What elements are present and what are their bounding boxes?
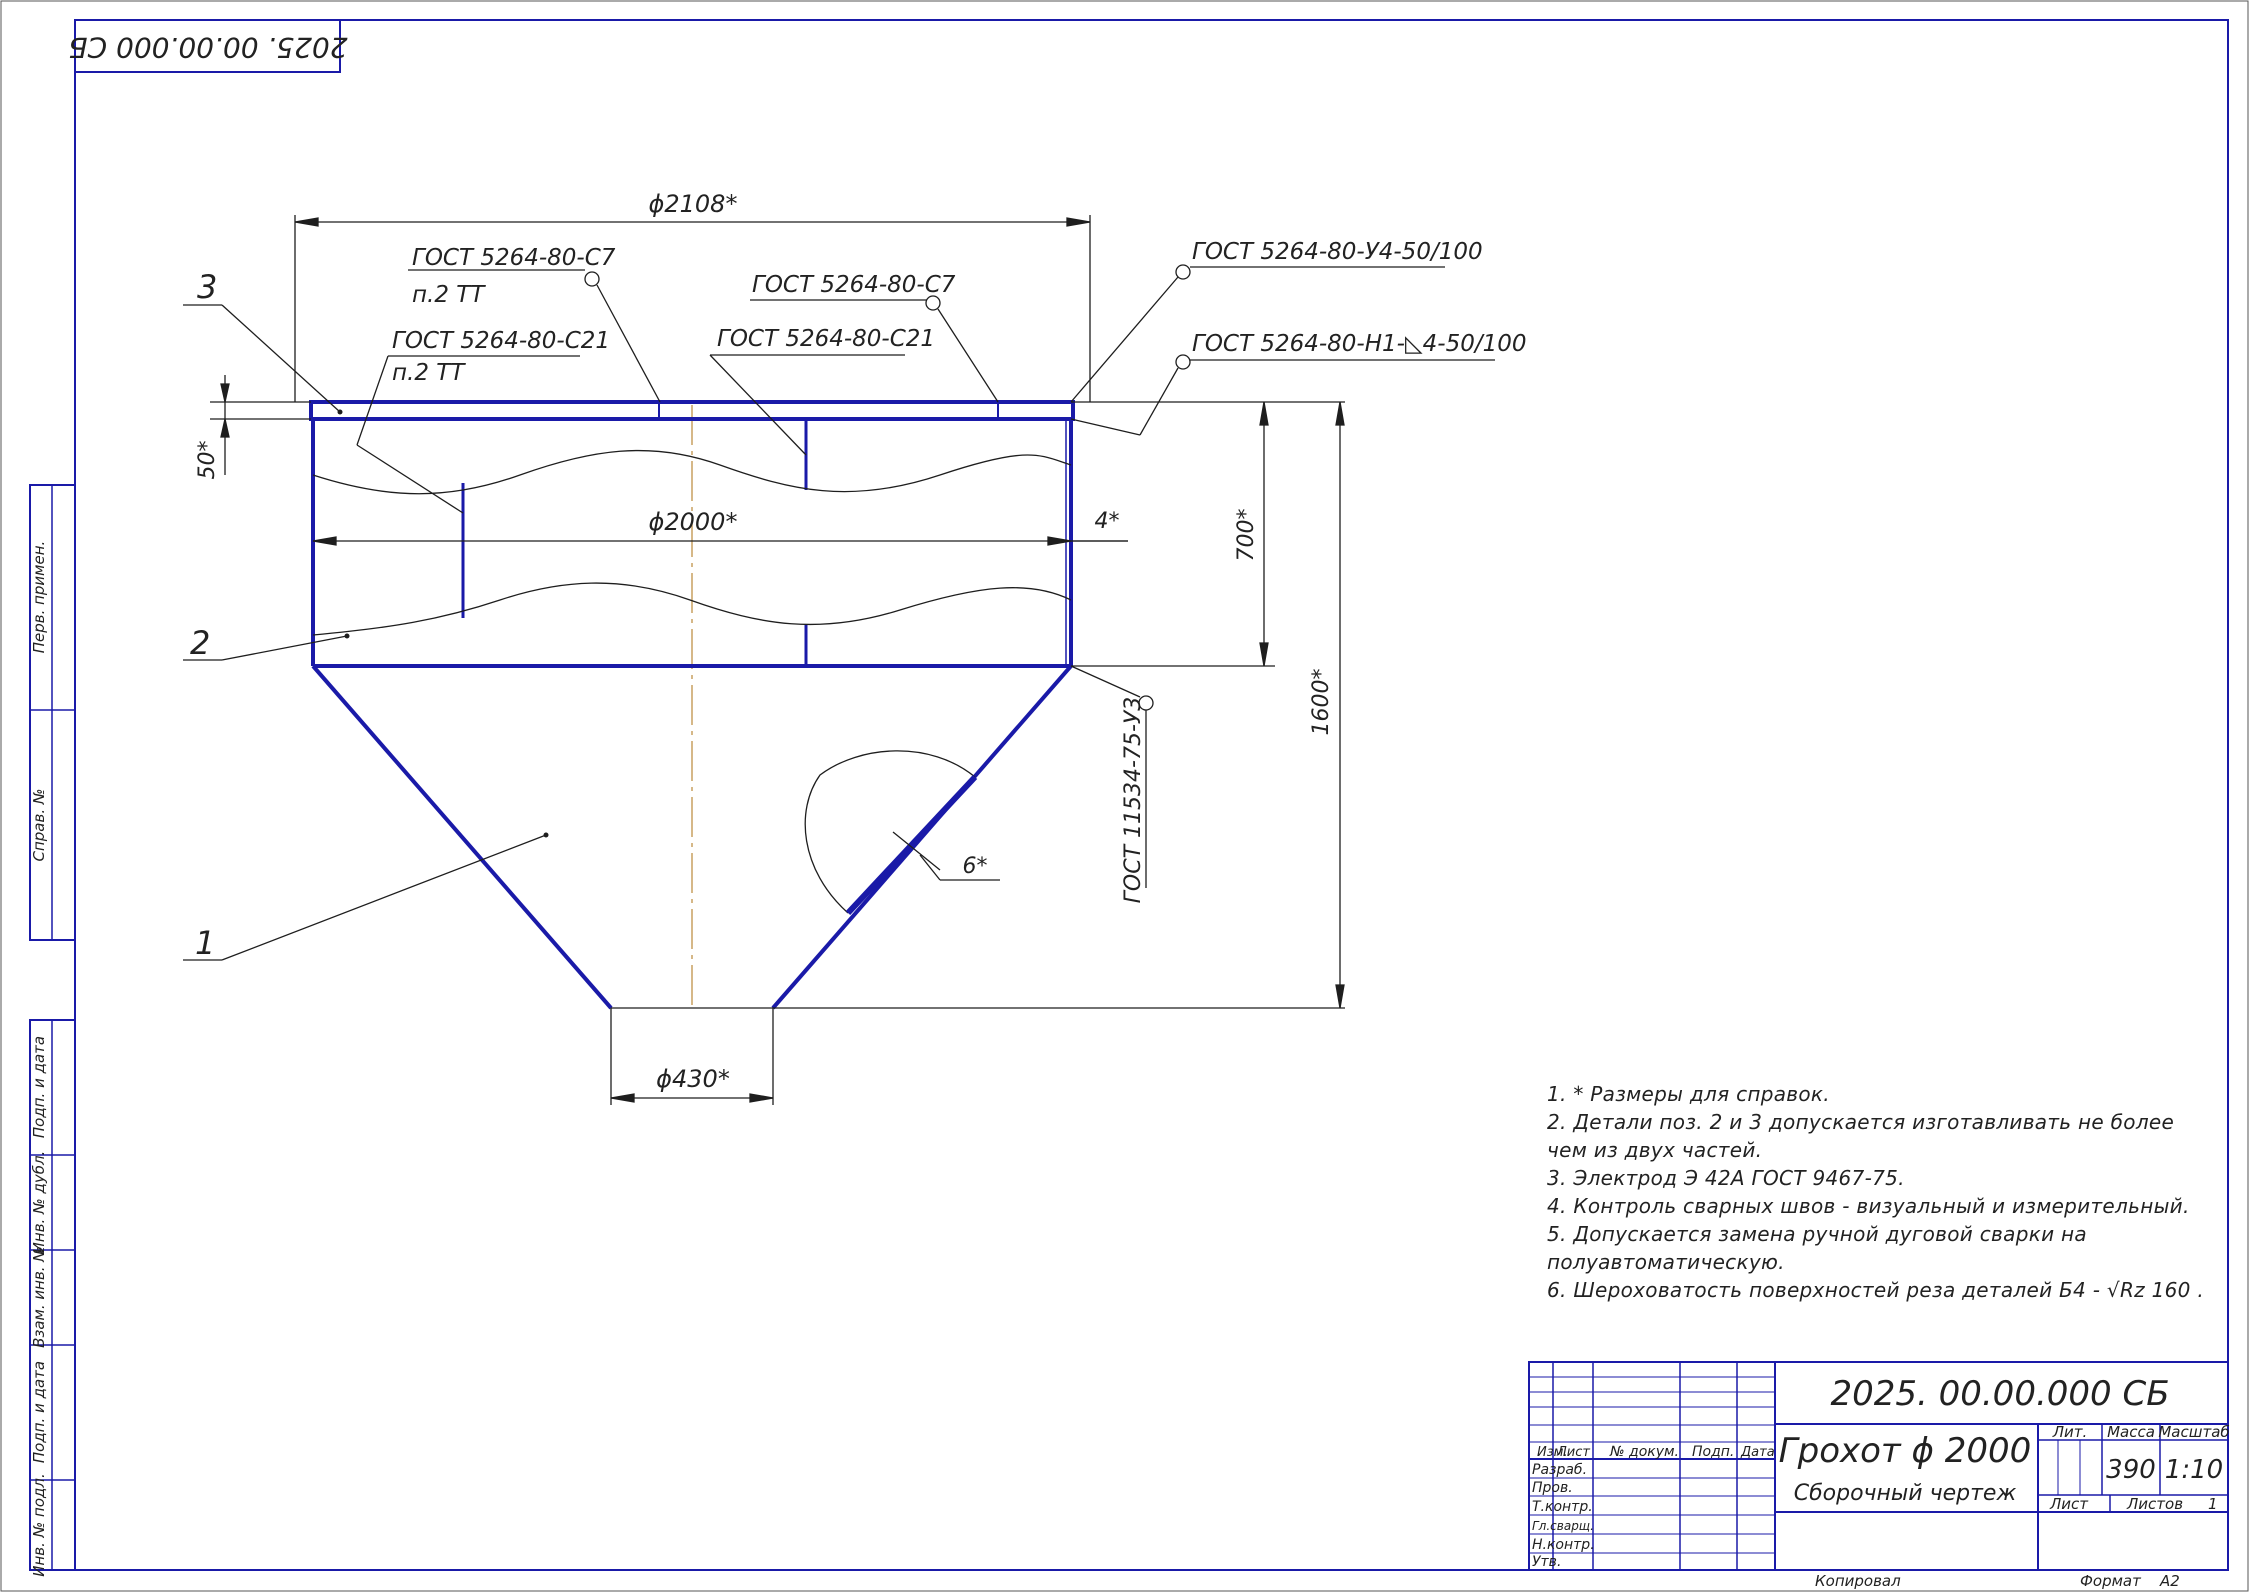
note-3: 3. Электрод Э 42А ГОСТ 9467-75. <box>1547 1166 1905 1190</box>
stamp-perv-primen: Перв. примен. <box>30 541 48 654</box>
tb-col-list: Лист <box>1556 1445 1590 1460</box>
tb-mass-value: 390 <box>2106 1455 2156 1485</box>
tb-sheets-count: 1 <box>2208 1495 2218 1513</box>
position-2: 2 <box>190 624 210 662</box>
tb-subtitle: Сборочный чертеж <box>1794 1481 2017 1506</box>
tb-row-glsvar: Гл.сварщ. <box>1532 1519 1594 1533</box>
tb-row-tkontr: Т.контр. <box>1532 1499 1593 1515</box>
dim-top-diameter: ϕ2108* <box>649 190 738 218</box>
weld-callout-lines <box>356 264 1495 888</box>
weld-callout-1-line1: ГОСТ 5264-80-С7 <box>412 245 616 271</box>
rotated-doc-number: 2025. 00.00.000 СБ <box>68 19 348 73</box>
weld-callout-4: ГОСТ 5264-80-С21 <box>717 326 935 352</box>
stamp-sprav-nomer: Справ. № <box>30 789 48 862</box>
tb-doc-number: 2025. 00.00.000 СБ <box>1830 1374 2169 1414</box>
stamp-inv-dubl: Инв. № дубл. <box>30 1151 48 1254</box>
tb-col-data: Дата <box>1740 1445 1775 1460</box>
stamp-inv-podl: Инв. № подл. <box>30 1473 48 1576</box>
technical-notes: 1. * Размеры для справок. 2. Детали поз.… <box>1547 1080 2207 1304</box>
hopper-drawing <box>309 400 1075 1010</box>
weld-callout-1-line2: п.2 ТТ <box>412 282 486 308</box>
tb-sheet-label: Лист <box>2049 1495 2089 1513</box>
note-5: 5. Допускается замена ручной дуговой сва… <box>1547 1222 2087 1274</box>
tb-col-dokum: № докум. <box>1609 1444 1679 1460</box>
dim-height-700: 700* <box>1234 509 1259 562</box>
tb-lit-label: Лит. <box>2052 1423 2088 1441</box>
stamp-podp-data-1: Подп. и дата <box>30 1036 48 1138</box>
dim-thickness-6: 6* <box>963 854 988 879</box>
tb-format-value: А2 <box>2159 1572 2180 1590</box>
tb-row-razrab: Разраб. <box>1532 1462 1587 1478</box>
tb-copied-label: Копировал <box>1815 1572 1901 1590</box>
stamp-vzam-inv: Взам. инв. № <box>30 1246 48 1348</box>
weld-callout-7: ГОСТ 11534-75-У3 <box>1121 697 1146 904</box>
position-3: 3 <box>197 268 217 306</box>
side-stamp: Перв. примен. Справ. № Подп. и дата Инв.… <box>29 484 76 1577</box>
weld-callout-5: ГОСТ 5264-80-У4-50/100 <box>1192 239 1483 265</box>
dim-bottom-diameter: ϕ430* <box>656 1065 730 1093</box>
tb-row-nkontr: Н.контр. <box>1532 1537 1595 1553</box>
dim-height-1600: 1600* <box>1309 669 1334 736</box>
note-4: 4. Контроль сварных швов - визуальный и … <box>1547 1194 2190 1218</box>
note-1: 1. * Размеры для справок. <box>1547 1082 1830 1106</box>
tb-scale-value: 1:10 <box>2165 1455 2223 1485</box>
position-1: 1 <box>195 924 215 962</box>
note-2: 2. Детали поз. 2 и 3 допускается изготав… <box>1547 1110 2175 1162</box>
tb-row-utv: Утв. <box>1532 1554 1561 1570</box>
tb-mass-label: Масса <box>2107 1423 2155 1441</box>
weld-callout-2-line2: п.2 ТТ <box>392 360 466 386</box>
tb-title: Грохот ϕ 2000 <box>1779 1431 2032 1471</box>
weld-callout-2-line1: ГОСТ 5264-80-С21 <box>392 328 610 354</box>
doc-number-rotated: 2025. 00.00.000 СБ <box>68 31 347 64</box>
tb-row-prov: Пров. <box>1532 1480 1573 1496</box>
stamp-podp-data-2: Подп. и дата <box>30 1361 48 1463</box>
note-6: 6. Шероховатость поверхностей реза детал… <box>1547 1278 2205 1302</box>
weld-callout-6: ГОСТ 5264-80-Н1-◺4-50/100 <box>1192 331 1527 357</box>
local-section-outline <box>804 750 976 914</box>
dim-mid-diameter: ϕ2000* <box>649 508 738 536</box>
tb-format-label: Формат <box>2080 1572 2142 1590</box>
weld-callout-3: ГОСТ 5264-80-С7 <box>752 272 956 298</box>
tb-sheets-label: Листов <box>2126 1495 2183 1513</box>
dim-thickness-4: 4* <box>1095 509 1120 534</box>
dim-height-50: 50* <box>195 441 220 480</box>
drawing-frame <box>74 19 2229 1571</box>
tb-col-podp: Подп. <box>1692 1444 1734 1460</box>
tb-scale-label: Масштаб <box>2158 1423 2229 1441</box>
